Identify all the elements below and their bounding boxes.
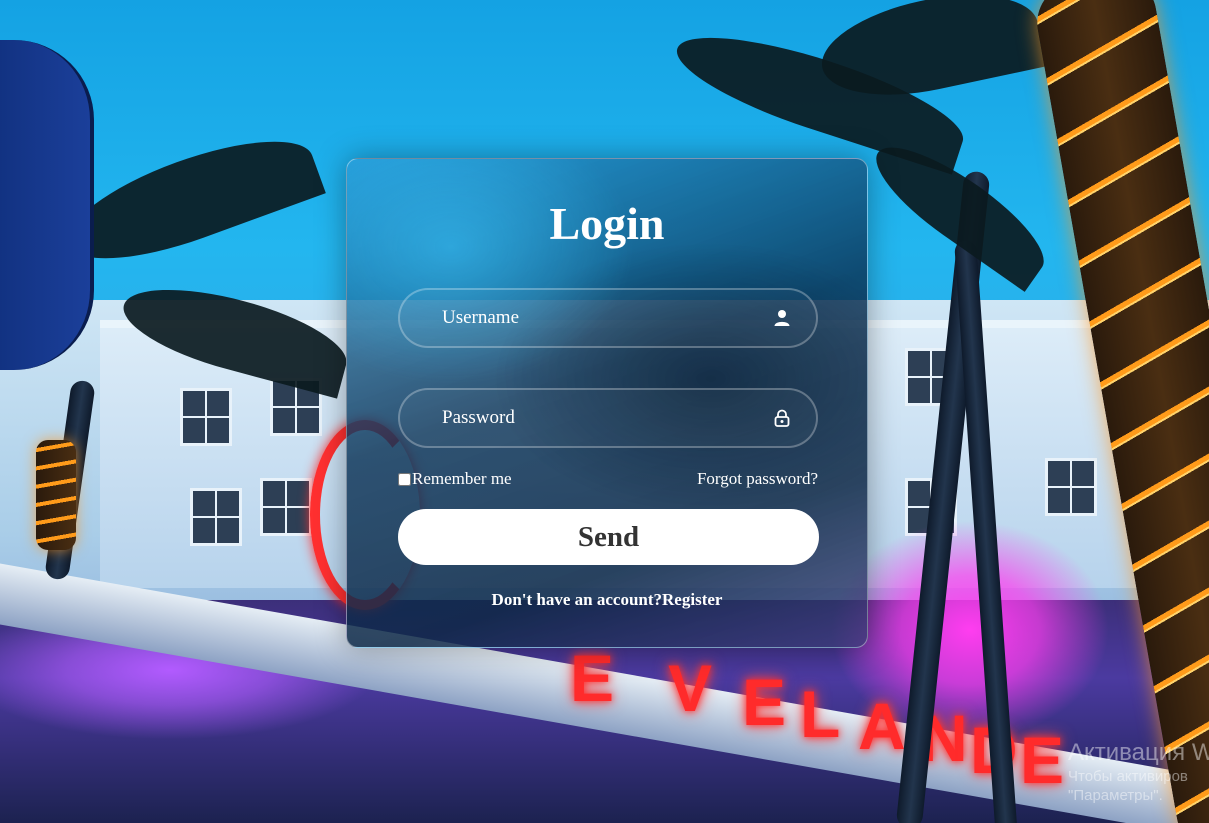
watermark-line: Активация W	[1068, 739, 1209, 766]
user-icon	[774, 310, 790, 326]
remember-label: Remember me	[412, 469, 512, 488]
window	[260, 478, 312, 536]
neon-sign-letter: E	[570, 641, 615, 715]
remember-me[interactable]: Remember me	[398, 469, 512, 489]
send-button[interactable]: Send	[398, 509, 819, 565]
window	[180, 388, 232, 446]
register-line: Don't have an account?Register	[347, 590, 867, 610]
login-form: Login Remember me Forgot password? Send …	[346, 158, 868, 648]
lock-icon	[774, 409, 790, 427]
watermark-line: Чтобы активиров	[1068, 768, 1188, 785]
window	[190, 488, 242, 546]
string-lights-palm	[36, 440, 76, 550]
options-row: Remember me Forgot password?	[398, 468, 818, 490]
watermark-line: "Параметры".	[1068, 786, 1163, 804]
username-input[interactable]	[400, 290, 816, 346]
password-input[interactable]	[400, 390, 816, 446]
umbrella	[0, 40, 94, 370]
forgot-password-link[interactable]: Forgot password?	[697, 469, 818, 489]
register-prompt: Don't have an account?	[491, 590, 663, 609]
window	[1045, 458, 1097, 516]
neon-sign-letter: E	[742, 665, 787, 739]
remember-checkbox[interactable]	[398, 472, 411, 486]
neon-sign-letter: A	[858, 689, 906, 763]
neon-sign-letter: L	[800, 677, 841, 751]
neon-sign-letter: E	[1020, 723, 1065, 797]
neon-sign-letter: V	[668, 651, 713, 725]
login-title: Login	[549, 198, 665, 249]
username-field	[398, 288, 818, 348]
register-link[interactable]: Register	[662, 590, 722, 609]
activation-watermark: Активация W Чтобы активиров "Параметры".	[1068, 738, 1209, 806]
password-field	[398, 388, 818, 448]
